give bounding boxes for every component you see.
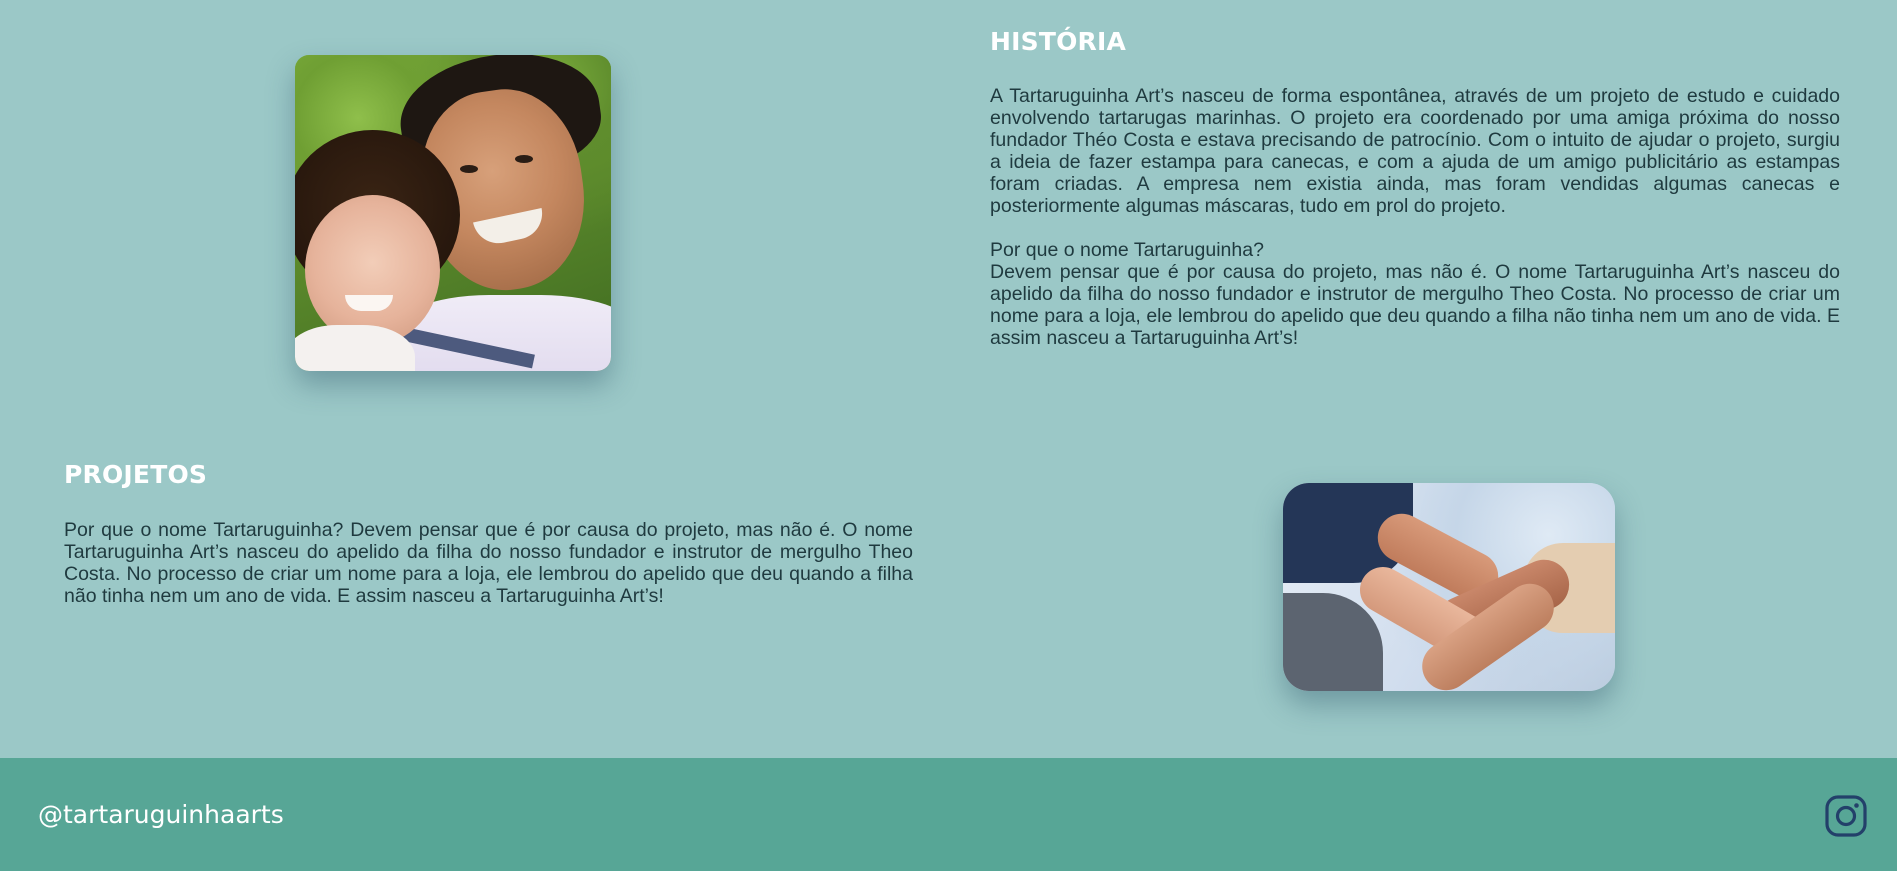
daughter-face bbox=[305, 195, 440, 345]
instagram-link[interactable] bbox=[1825, 795, 1867, 837]
historia-paragraph-1: A Tartaruguinha Art’s nasceu de forma es… bbox=[990, 85, 1840, 217]
father-eye-right bbox=[515, 155, 533, 163]
projetos-title: PROJETOS bbox=[64, 460, 208, 489]
footer: @tartaruguinhaarts bbox=[0, 758, 1897, 871]
instagram-icon bbox=[1825, 795, 1867, 837]
historia-paragraph-2: Devem pensar que é por causa do projeto,… bbox=[990, 261, 1840, 349]
teamwork-hands-photo bbox=[1283, 483, 1615, 691]
projetos-paragraph: Por que o nome Tartaruguinha? Devem pens… bbox=[64, 519, 913, 607]
father-eye-left bbox=[460, 165, 478, 173]
daughter-body bbox=[295, 325, 415, 371]
instagram-handle[interactable]: @tartaruguinhaarts bbox=[38, 800, 284, 829]
historia-title: HISTÓRIA bbox=[990, 27, 1127, 56]
historia-text: A Tartaruguinha Art’s nasceu de forma es… bbox=[990, 85, 1840, 349]
founder-family-photo bbox=[295, 55, 611, 371]
historia-question: Por que o nome Tartaruguinha? bbox=[990, 239, 1264, 261]
